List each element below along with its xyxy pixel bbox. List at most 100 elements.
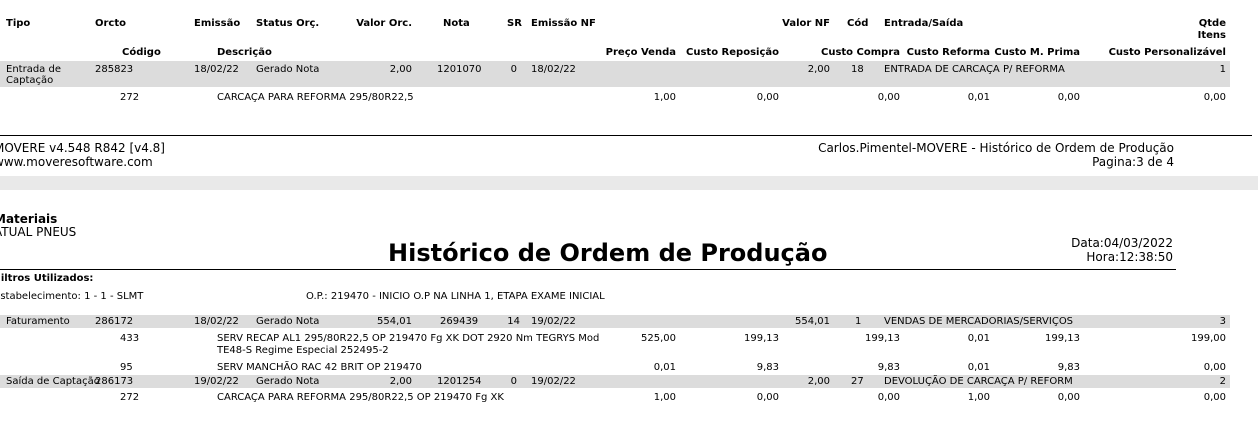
item-custo-compra: 9,83 bbox=[877, 362, 900, 373]
item-descricao: SERV RECAP AL1 295/80R22,5 OP 219470 Fg … bbox=[217, 333, 600, 344]
col-header-status-orc: Status Orç. bbox=[256, 18, 320, 29]
record-valor-orc: 2,00 bbox=[389, 376, 412, 387]
item-preco-venda: 525,00 bbox=[641, 333, 676, 344]
col-header-emissao-nf: Emissão NF bbox=[531, 18, 596, 29]
record-orcto: 286173 bbox=[95, 376, 134, 387]
col-header-custo-reposicao: Custo Reposição bbox=[686, 47, 779, 58]
filter-estabelecimento: Estabelecimento: 1 - 1 - SLMT bbox=[0, 291, 144, 302]
item-custo-m-prima: 0,00 bbox=[1057, 92, 1080, 103]
record-tipo: Faturamento bbox=[6, 316, 70, 327]
footer-user-report: Carlos.Pimentel-MOVERE - Histórico de Or… bbox=[818, 141, 1174, 155]
item-preco-venda: 1,00 bbox=[653, 92, 676, 103]
record-emissao-nf: 19/02/22 bbox=[531, 316, 576, 327]
col-header-descricao: Descrição bbox=[217, 47, 272, 58]
record-emissao: 18/02/22 bbox=[194, 64, 239, 75]
report-page-3: Tipo Orcto Emissão Status Orç. Valor Orc… bbox=[0, 0, 1258, 176]
filter-op: O.P.: 219470 - INICIO O.P NA LINHA 1, ET… bbox=[306, 291, 605, 302]
record-valor-orc: 2,00 bbox=[389, 64, 412, 75]
record-cod: 18 bbox=[851, 64, 864, 75]
col-header-custo-m-prima: Custo M. Prima bbox=[994, 47, 1080, 58]
col-header-custo-personalizavel: Custo Personalizável bbox=[1108, 47, 1226, 58]
record-cod: 27 bbox=[851, 376, 864, 387]
report-title: Histórico de Ordem de Produção bbox=[388, 239, 828, 267]
company-name: Materiais bbox=[0, 212, 58, 226]
col-header-cod: Cód bbox=[847, 18, 869, 29]
item-custo-reforma: 0,01 bbox=[967, 362, 990, 373]
record-entrada-saida: DEVOLUÇÃO DE CARCAÇA P/ REFORM bbox=[884, 376, 1073, 387]
item-custo-m-prima: 0,00 bbox=[1057, 392, 1080, 403]
record-valor-nf: 2,00 bbox=[807, 376, 830, 387]
col-header-custo-compra: Custo Compra bbox=[820, 47, 900, 58]
item-custo-personalizavel: 199,00 bbox=[1191, 333, 1226, 344]
record-nota: 269439 bbox=[440, 316, 479, 327]
item-custo-compra: 199,13 bbox=[865, 333, 900, 344]
item-custo-personalizavel: 0,00 bbox=[1203, 92, 1226, 103]
record-nota: 1201070 bbox=[437, 64, 482, 75]
item-custo-compra: 0,00 bbox=[877, 392, 900, 403]
record-valor-nf: 554,01 bbox=[795, 316, 830, 327]
filters-label: Filtros Utilizados: bbox=[0, 273, 94, 284]
record-sr: 14 bbox=[507, 316, 520, 327]
footer-site: www.moveresoftware.com bbox=[0, 155, 153, 169]
record-entrada-saida: VENDAS DE MERCADORIAS/SERVIÇOS bbox=[884, 316, 1074, 327]
record-nota: 1201254 bbox=[437, 376, 482, 387]
item-codigo: 95 bbox=[120, 362, 133, 373]
col-header-nota: Nota bbox=[443, 18, 470, 29]
col-header-preco-venda: Preço Venda bbox=[605, 47, 676, 58]
item-preco-venda: 0,01 bbox=[653, 362, 676, 373]
record-sr: 0 bbox=[510, 64, 517, 75]
record-valor-nf: 2,00 bbox=[807, 64, 830, 75]
record-orcto: 285823 bbox=[95, 64, 134, 75]
item-custo-compra: 0,00 bbox=[877, 92, 900, 103]
item-descricao-line2: TE48-S Regime Especial 252495-2 bbox=[217, 345, 389, 356]
col-header-emissao: Emissão bbox=[194, 18, 241, 29]
record-valor-orc: 554,01 bbox=[377, 316, 412, 327]
col-header-valor-orc: Valor Orc. bbox=[356, 18, 412, 29]
record-emissao-nf: 18/02/22 bbox=[531, 64, 576, 75]
item-descricao: CARCAÇA PARA REFORMA 295/80R22,5 OP 2194… bbox=[217, 392, 504, 403]
record-qtde: 1 bbox=[1219, 64, 1226, 75]
record-entrada-saida: ENTRADA DE CARCAÇA P/ REFORMA bbox=[884, 64, 1065, 75]
footer-page-number: Pagina:3 de 4 bbox=[1092, 155, 1174, 169]
record-emissao: 19/02/22 bbox=[194, 376, 239, 387]
item-custo-reforma: 1,00 bbox=[967, 392, 990, 403]
record-status: Gerado Nota bbox=[256, 64, 320, 75]
report-date: Data:04/03/2022 bbox=[1071, 236, 1173, 250]
item-codigo: 433 bbox=[120, 333, 140, 344]
item-descricao: SERV MANCHÃO RAC 42 BRIT OP 219470 bbox=[217, 362, 422, 373]
record-status: Gerado Nota bbox=[256, 316, 320, 327]
col-header-itens: Itens bbox=[1197, 30, 1226, 41]
footer-version: MOVERE v4.548 R842 [v4.8] bbox=[0, 141, 165, 155]
item-codigo: 272 bbox=[120, 392, 140, 403]
col-header-orcto: Orcto bbox=[95, 18, 127, 29]
item-custo-reforma: 0,01 bbox=[967, 92, 990, 103]
footer-rule bbox=[0, 135, 1252, 136]
col-header-custo-reforma: Custo Reforma bbox=[906, 47, 990, 58]
col-header-qtde: Qtde bbox=[1198, 18, 1226, 29]
record-emissao-nf: 19/02/22 bbox=[531, 376, 576, 387]
item-custo-reposicao: 0,00 bbox=[756, 392, 779, 403]
record-qtde: 3 bbox=[1219, 316, 1226, 327]
record-qtde: 2 bbox=[1219, 376, 1226, 387]
item-custo-reposicao: 199,13 bbox=[744, 333, 779, 344]
item-custo-personalizavel: 0,00 bbox=[1203, 392, 1226, 403]
col-header-codigo: Código bbox=[122, 47, 161, 58]
report-time: Hora:12:38:50 bbox=[1086, 250, 1173, 264]
report-page-4: Materiais ATUAL PNEUS Data:04/03/2022 Ho… bbox=[0, 190, 1258, 444]
record-sr: 0 bbox=[510, 376, 517, 387]
company-subname: ATUAL PNEUS bbox=[0, 225, 77, 239]
record-tipo: Saída de Captação bbox=[6, 376, 100, 387]
col-header-tipo: Tipo bbox=[6, 18, 31, 29]
col-header-sr: SR bbox=[507, 18, 522, 29]
record-cod: 1 bbox=[855, 316, 862, 327]
record-orcto: 286172 bbox=[95, 316, 134, 327]
item-descricao: CARCAÇA PARA REFORMA 295/80R22,5 bbox=[217, 92, 414, 103]
item-custo-reposicao: 9,83 bbox=[756, 362, 779, 373]
item-custo-personalizavel: 0,00 bbox=[1203, 362, 1226, 373]
record-tipo-line2: Captação bbox=[6, 75, 54, 86]
col-header-entrada-saida: Entrada/Saída bbox=[884, 18, 964, 29]
item-custo-reposicao: 0,00 bbox=[756, 92, 779, 103]
item-preco-venda: 1,00 bbox=[653, 392, 676, 403]
item-codigo: 272 bbox=[120, 92, 140, 103]
title-rule bbox=[0, 269, 1176, 270]
